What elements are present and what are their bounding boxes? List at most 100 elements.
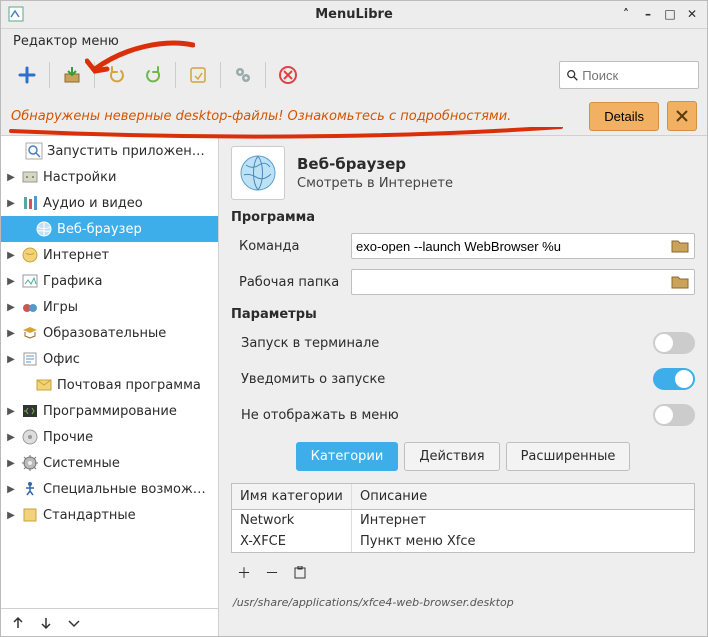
tab-advanced[interactable]: Расширенные bbox=[506, 442, 631, 471]
sidebar-item-3[interactable]: Веб-браузер bbox=[1, 216, 218, 242]
command-input-wrap[interactable] bbox=[351, 233, 695, 259]
sidebar-item-12[interactable]: ▶Системные bbox=[1, 450, 218, 476]
folder-icon[interactable] bbox=[670, 236, 690, 256]
revert-button[interactable] bbox=[182, 59, 214, 91]
details-button[interactable]: Details bbox=[589, 102, 659, 131]
tab-categories[interactable]: Категории bbox=[296, 442, 399, 471]
terminal-switch[interactable] bbox=[653, 332, 695, 354]
sidebar-item-4[interactable]: ▶ Интернет bbox=[1, 242, 218, 268]
audio-icon bbox=[21, 194, 39, 212]
sidebar-item-label: Почтовая программа bbox=[57, 378, 201, 393]
undo-button[interactable] bbox=[101, 59, 133, 91]
alert-bar: Обнаружены неверные desktop-файлы! Ознак… bbox=[1, 97, 707, 135]
window-title: MenuLibre bbox=[315, 7, 393, 22]
search-icon bbox=[566, 68, 578, 82]
tab-actions[interactable]: Действия bbox=[404, 442, 499, 471]
sidebar-item-9[interactable]: Почтовая программа bbox=[1, 372, 218, 398]
sidebar-item-label: Аудио и видео bbox=[43, 196, 143, 211]
move-down-button[interactable] bbox=[33, 612, 59, 634]
sidebar-item-label: Прочие bbox=[43, 430, 93, 445]
menu-editor[interactable]: Редактор меню bbox=[9, 32, 123, 51]
chevron-right-icon: ▶ bbox=[5, 302, 17, 313]
sort-button[interactable] bbox=[61, 612, 87, 634]
move-up-button[interactable] bbox=[5, 612, 31, 634]
chevron-right-icon: ▶ bbox=[5, 328, 17, 339]
terminal-label: Запуск в терминале bbox=[241, 336, 653, 351]
globe-icon bbox=[238, 153, 278, 193]
redo-button[interactable] bbox=[137, 59, 169, 91]
cat-header-name[interactable]: Имя категории bbox=[232, 484, 352, 509]
cat-clear-button[interactable] bbox=[289, 563, 311, 583]
undo-icon bbox=[107, 65, 127, 85]
sidebar-item-label: Веб-браузер bbox=[57, 222, 142, 237]
access-icon bbox=[21, 480, 39, 498]
chevron-right-icon: ▶ bbox=[5, 276, 17, 287]
sidebar-item-label: Офис bbox=[43, 352, 80, 367]
sidebar-item-8[interactable]: ▶ Офис bbox=[1, 346, 218, 372]
sidebar-item-label: Системные bbox=[43, 456, 120, 471]
delete-button[interactable] bbox=[272, 59, 304, 91]
main-area: Запустить приложен…▶Настройки▶Аудио и ви… bbox=[1, 135, 707, 636]
workdir-input[interactable] bbox=[356, 275, 670, 290]
alert-close-button[interactable] bbox=[667, 101, 697, 131]
arrow-down-icon bbox=[39, 616, 53, 630]
tree[interactable]: Запустить приложен…▶Настройки▶Аудио и ви… bbox=[1, 136, 218, 608]
sidebar-item-2[interactable]: ▶Аудио и видео bbox=[1, 190, 218, 216]
window-minimize-button[interactable]: – bbox=[639, 5, 657, 23]
sidebar-item-label: Интернет bbox=[43, 248, 109, 263]
office-icon bbox=[21, 350, 39, 368]
launcher-subtitle[interactable]: Смотреть в Интернете bbox=[297, 176, 453, 191]
chevron-right-icon: ▶ bbox=[5, 172, 17, 183]
sidebar-item-label: Стандартные bbox=[43, 508, 136, 523]
sidebar-item-1[interactable]: ▶Настройки bbox=[1, 164, 218, 190]
arrow-up-icon bbox=[11, 616, 25, 630]
command-label: Команда bbox=[231, 239, 341, 254]
chevron-right-icon: ▶ bbox=[5, 250, 17, 261]
sidebar-item-11[interactable]: ▶ Прочие bbox=[1, 424, 218, 450]
sidebar-item-label: Запустить приложен… bbox=[47, 144, 205, 159]
workdir-input-wrap[interactable] bbox=[351, 269, 695, 295]
params-section-label: Параметры bbox=[231, 307, 695, 322]
table-row[interactable]: X-XFCEПункт меню Xfce bbox=[232, 531, 694, 552]
hide-label: Не отображать в меню bbox=[241, 408, 653, 423]
sidebar-item-0[interactable]: Запустить приложен… bbox=[1, 138, 218, 164]
dev-icon bbox=[21, 402, 39, 420]
search-icon bbox=[25, 142, 43, 160]
other-icon bbox=[21, 428, 39, 446]
chevron-right-icon: ▶ bbox=[5, 432, 17, 443]
workdir-label: Рабочая папка bbox=[231, 275, 341, 290]
chevron-right-icon: ▶ bbox=[5, 354, 17, 365]
save-button[interactable] bbox=[56, 59, 88, 91]
cat-header-desc[interactable]: Описание bbox=[352, 484, 694, 509]
graphics-icon bbox=[21, 272, 39, 290]
cat-name: Network bbox=[232, 510, 352, 531]
command-input[interactable] bbox=[356, 239, 670, 254]
detail-panel: Веб-браузер Смотреть в Интернете Програм… bbox=[219, 136, 707, 636]
execute-button[interactable] bbox=[227, 59, 259, 91]
sidebar-item-7[interactable]: ▶Образовательные bbox=[1, 320, 218, 346]
sidebar-item-14[interactable]: ▶Стандартные bbox=[1, 502, 218, 528]
window-maximize-button[interactable]: □ bbox=[661, 5, 679, 23]
hide-switch[interactable] bbox=[653, 404, 695, 426]
launcher-title[interactable]: Веб-браузер bbox=[297, 155, 453, 173]
sidebar-item-5[interactable]: ▶Графика bbox=[1, 268, 218, 294]
close-icon bbox=[676, 110, 688, 122]
search-input[interactable] bbox=[582, 68, 692, 83]
folder-icon[interactable] bbox=[670, 272, 690, 292]
launcher-icon[interactable] bbox=[231, 146, 285, 200]
window-up-button[interactable]: ˄ bbox=[617, 5, 635, 23]
notify-switch[interactable] bbox=[653, 368, 695, 390]
search-box[interactable] bbox=[559, 61, 699, 89]
table-row[interactable]: NetworkИнтернет bbox=[232, 510, 694, 531]
categories-table: Имя категории Описание NetworkИнтернетX-… bbox=[231, 483, 695, 553]
desktop-file-path: /usr/share/applications/xfce4-web-browse… bbox=[231, 593, 695, 612]
mail-icon bbox=[35, 376, 53, 394]
window-close-button[interactable]: ✕ bbox=[683, 5, 701, 23]
cat-add-button[interactable]: ＋ bbox=[233, 563, 255, 583]
sidebar-item-6[interactable]: ▶Игры bbox=[1, 294, 218, 320]
add-button[interactable] bbox=[11, 59, 43, 91]
sidebar-item-13[interactable]: ▶Специальные возмож… bbox=[1, 476, 218, 502]
cat-remove-button[interactable]: － bbox=[261, 563, 283, 583]
sidebar-item-10[interactable]: ▶Программирование bbox=[1, 398, 218, 424]
gears-icon bbox=[233, 65, 253, 85]
